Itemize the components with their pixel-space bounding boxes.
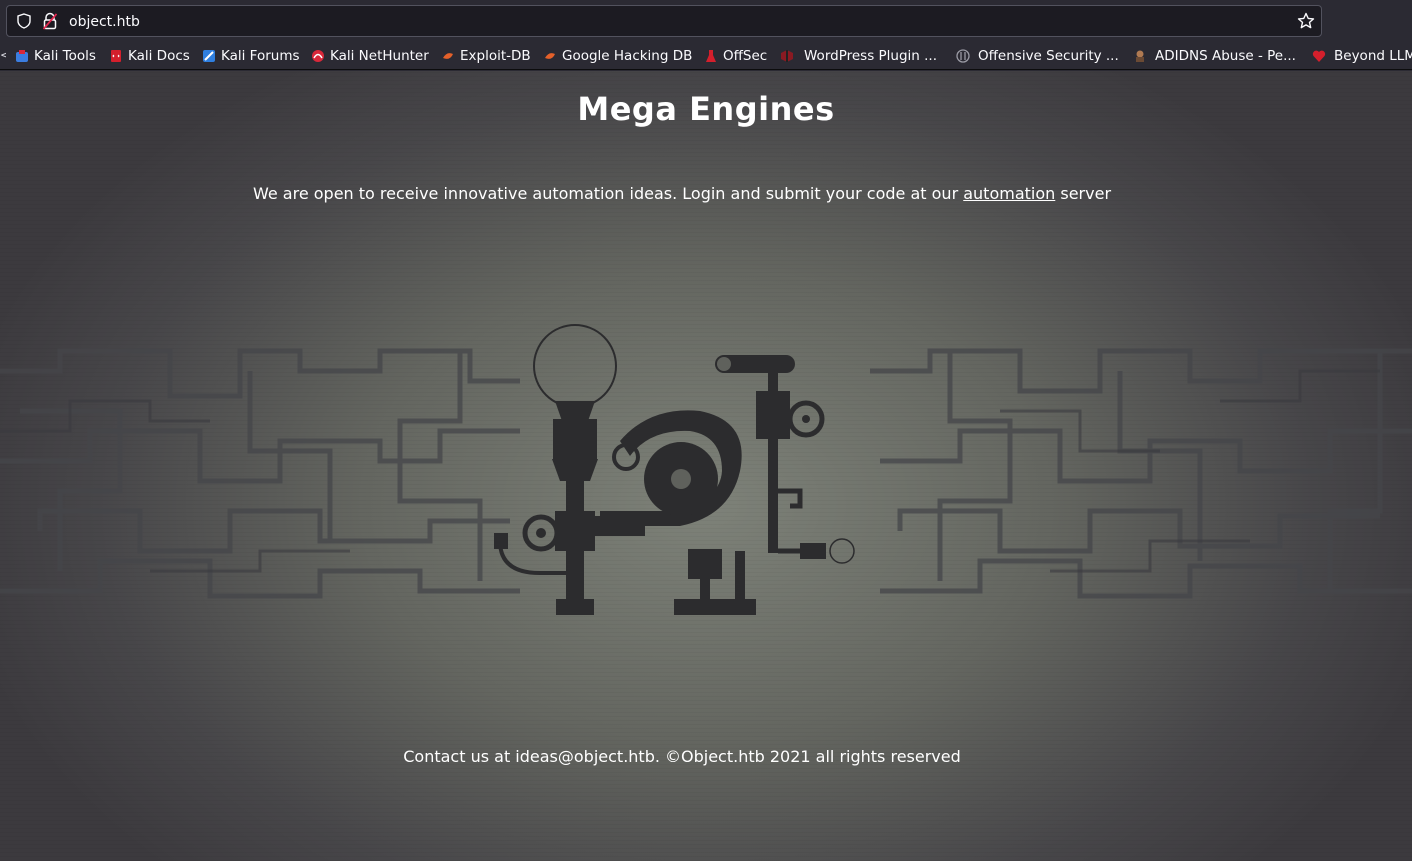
shield-icon[interactable] [16,13,32,29]
bookmark-label: Google Hacking DB [562,48,693,64]
tagline: We are open to receive innovative automa… [0,184,1364,203]
offsec-icon [706,50,716,62]
bookmark-label: Kali NetHunter [330,48,429,64]
insecure-lock-icon[interactable] [43,12,57,30]
bookmark-star-icon[interactable] [1297,12,1315,30]
url-text[interactable]: object.htb [69,12,140,32]
bookmark-label: Beyond LLM [1334,48,1412,64]
tagline-suffix: server [1055,184,1112,203]
address-bar[interactable]: object.htb [6,5,1322,37]
automation-link[interactable]: automation [963,184,1055,203]
kali-docs-icon [111,50,121,62]
web-page: Mega Engines We are open to receive inno… [0,71,1412,861]
bookmark-label: Kali Forums [221,48,300,64]
bookmarks-toolbar: < Kali Tools Kali Docs Kali Forums Kali … [0,42,1412,70]
kali-nethunter-icon [312,50,324,62]
kali-tools-icon [16,50,28,62]
offensive-security-icon [956,49,970,63]
bookmark-label: Exploit-DB [460,48,531,64]
bookmark-overflow-edge: < [0,47,6,63]
gear-machine [575,410,742,536]
footer-text: Contact us at ideas@object.htb. ©Object.… [403,747,961,766]
adidns-abuse-icon [1136,50,1144,62]
machine-illustration [0,324,1412,615]
page-title: Mega Engines [577,90,835,128]
bookmark-label: Kali Tools [34,48,96,64]
bookmark-label: Offensive Security ... [978,48,1119,64]
kali-forums-icon [203,50,215,62]
bookmark-label: Kali Docs [128,48,190,64]
bookmark-label: ADIDNS Abuse - Pe... [1155,48,1296,64]
bookmark-label: OffSec [723,48,768,64]
google-hacking-db-icon [545,53,555,59]
tagline-prefix: We are open to receive innovative automa… [252,184,964,203]
browser-toolbar: object.htb [0,0,1412,42]
bookmark-label: WordPress Plugin ... [804,48,938,64]
wordpress-plugin-icon [781,50,793,62]
beyond-llm-icon [1312,50,1326,62]
exploit-db-icon [443,53,453,59]
